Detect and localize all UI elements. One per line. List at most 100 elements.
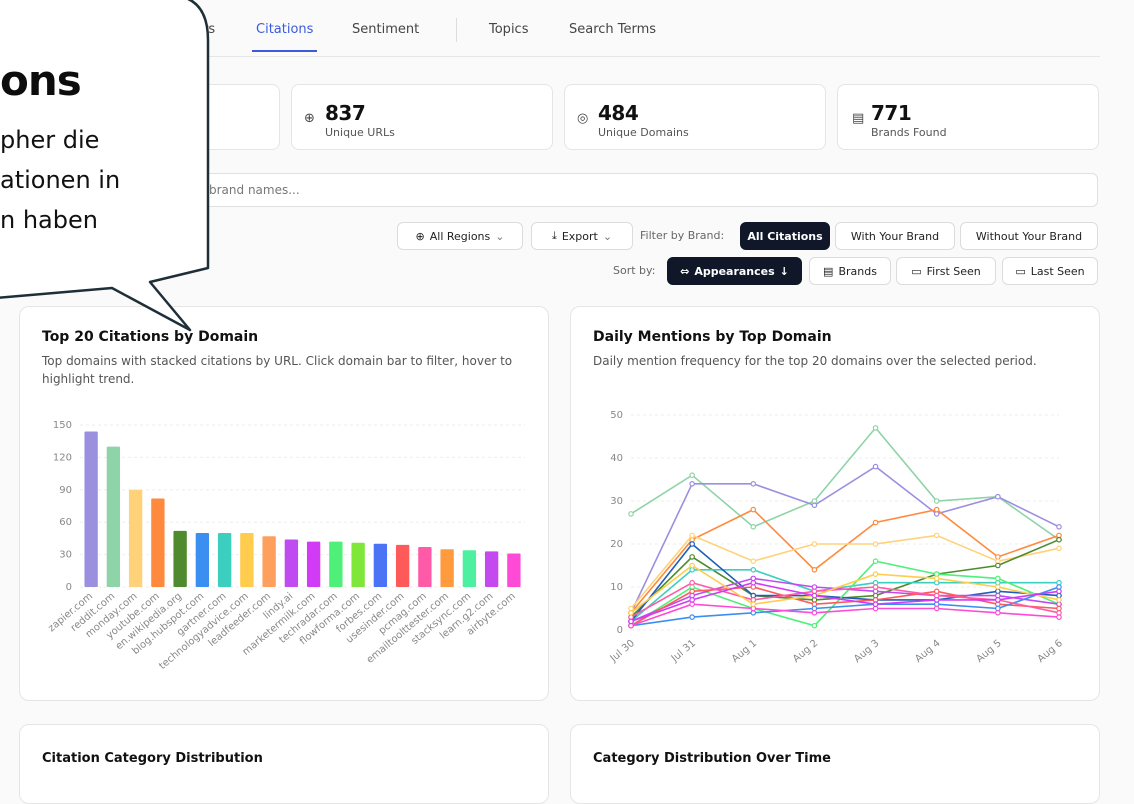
- data-point: [628, 609, 634, 616]
- filter-all-citations-button[interactable]: All Citations: [740, 222, 830, 250]
- data-point: [872, 519, 879, 526]
- y-tick-label: 120: [53, 452, 72, 463]
- x-tick-label: Aug 3: [852, 638, 881, 665]
- x-tick-label: Jul 30: [608, 638, 637, 665]
- bar[interactable]: [440, 549, 454, 587]
- network-icon: ◎: [577, 111, 589, 126]
- calendar-icon: ▭: [1015, 264, 1026, 278]
- data-point: [750, 481, 757, 487]
- data-point: [689, 541, 695, 547]
- bar[interactable]: [462, 550, 477, 587]
- bar[interactable]: [106, 446, 121, 587]
- y-tick-label: 60: [59, 517, 72, 528]
- bar[interactable]: [351, 542, 365, 587]
- export-label: Export: [561, 229, 598, 243]
- bar[interactable]: [306, 541, 321, 587]
- x-tick-label: Aug 2: [791, 638, 820, 665]
- bar[interactable]: [84, 431, 98, 587]
- data-point: [689, 562, 695, 569]
- y-tick-label: 30: [59, 550, 72, 561]
- bar-chart[interactable]: 0306090120150zapier.comreddit.commonday.…: [20, 307, 550, 702]
- sort-first-seen-button[interactable]: ▭ First Seen: [896, 257, 996, 285]
- data-point: [933, 605, 940, 612]
- filter-label-text: With Your Brand: [850, 229, 940, 243]
- stat-card-unique-domains: ◎ 484 Unique Domains: [564, 84, 826, 150]
- sort-appearances-button[interactable]: ⇔ Appearances ↓: [667, 257, 802, 285]
- regions-label: All Regions: [429, 229, 491, 243]
- data-point: [750, 558, 757, 565]
- bar[interactable]: [284, 539, 299, 587]
- stat-card-brands-found: ▤ 771 Brands Found: [837, 84, 1099, 150]
- data-point: [1056, 597, 1062, 603]
- bar[interactable]: [507, 553, 521, 587]
- sort-label: Sort by:: [613, 264, 656, 277]
- regions-dropdown[interactable]: ⊕ All Regions ⌄: [397, 222, 523, 250]
- bar[interactable]: [418, 547, 432, 587]
- link-icon: ⇔: [680, 264, 690, 278]
- callout-line: ationen in: [0, 166, 121, 194]
- sort-last-seen-button[interactable]: ▭ Last Seen: [1002, 257, 1098, 285]
- app: rs Citations Sentiment Topics Search Ter…: [0, 0, 1134, 804]
- x-tick-label: Aug 6: [1036, 638, 1065, 665]
- series-line: [630, 603, 1060, 627]
- data-point: [811, 622, 818, 629]
- data-point: [689, 588, 695, 595]
- tab-citations[interactable]: Citations: [251, 22, 318, 52]
- data-point: [811, 609, 818, 616]
- calendar-icon: ▭: [911, 264, 922, 278]
- line-chart[interactable]: 0 10 20 30 40 50 Jul 30 Jul 31 Aug 1 Aug 2 Aug 3 Au…: [571, 307, 1101, 702]
- tab-separator: [456, 18, 457, 42]
- arrow-down-icon: ↓: [779, 264, 789, 278]
- data-point: [689, 579, 695, 586]
- bar[interactable]: [262, 536, 276, 587]
- data-point: [995, 597, 1001, 603]
- data-point: [995, 493, 1001, 500]
- bar[interactable]: [217, 533, 232, 587]
- tab-search-terms[interactable]: Search Terms: [569, 22, 656, 37]
- data-point: [750, 506, 757, 513]
- data-point: [872, 425, 879, 431]
- category-over-time-panel: Category Distribution Over Time: [570, 724, 1100, 804]
- data-point: [995, 584, 1001, 590]
- bar[interactable]: [173, 530, 187, 587]
- bar[interactable]: [329, 541, 343, 587]
- data-point: [811, 566, 818, 573]
- bar[interactable]: [373, 543, 388, 587]
- top-citations-panel: Top 20 Citations by Domain Top domains w…: [19, 306, 549, 701]
- filter-label: Filter by Brand:: [640, 229, 725, 242]
- bar[interactable]: [195, 533, 210, 587]
- bar[interactable]: [128, 489, 143, 587]
- chevron-down-icon: ⌄: [495, 229, 505, 243]
- export-dropdown[interactable]: ⤓ Export ⌄: [531, 222, 633, 250]
- data-point: [933, 532, 940, 539]
- sort-label-text: Brands: [838, 264, 877, 278]
- data-point: [872, 463, 879, 470]
- filter-with-your-brand-button[interactable]: With Your Brand: [835, 222, 955, 250]
- y-tick-label: 10: [610, 582, 623, 593]
- data-point: [628, 511, 634, 517]
- tab-topics[interactable]: Topics: [489, 22, 528, 37]
- building-icon: ▤: [823, 264, 834, 278]
- x-tick-label: Jul 31: [669, 638, 698, 665]
- daily-mentions-panel: Daily Mentions by Top Domain Daily menti…: [570, 306, 1100, 701]
- y-tick-label: 90: [59, 485, 72, 496]
- y-tick-label: 30: [610, 496, 623, 507]
- y-tick-label: 0: [617, 625, 623, 636]
- bar[interactable]: [484, 551, 499, 587]
- data-point: [933, 597, 940, 603]
- bar[interactable]: [395, 544, 410, 587]
- data-point: [750, 524, 757, 530]
- filter-without-your-brand-button[interactable]: Without Your Brand: [960, 222, 1098, 250]
- y-tick-label: 50: [610, 410, 623, 421]
- stat-value: 837: [325, 101, 366, 125]
- bar[interactable]: [240, 533, 254, 587]
- stat-value: 771: [871, 101, 912, 125]
- sort-brands-button[interactable]: ▤ Brands: [809, 257, 891, 285]
- data-point: [872, 541, 879, 547]
- y-tick-label: 40: [610, 453, 623, 464]
- sort-label-text: First Seen: [926, 264, 981, 278]
- search-input[interactable]: brand names...: [150, 173, 1098, 207]
- data-point: [933, 575, 940, 582]
- tab-sentiment[interactable]: Sentiment: [352, 22, 419, 37]
- bar[interactable]: [151, 498, 165, 587]
